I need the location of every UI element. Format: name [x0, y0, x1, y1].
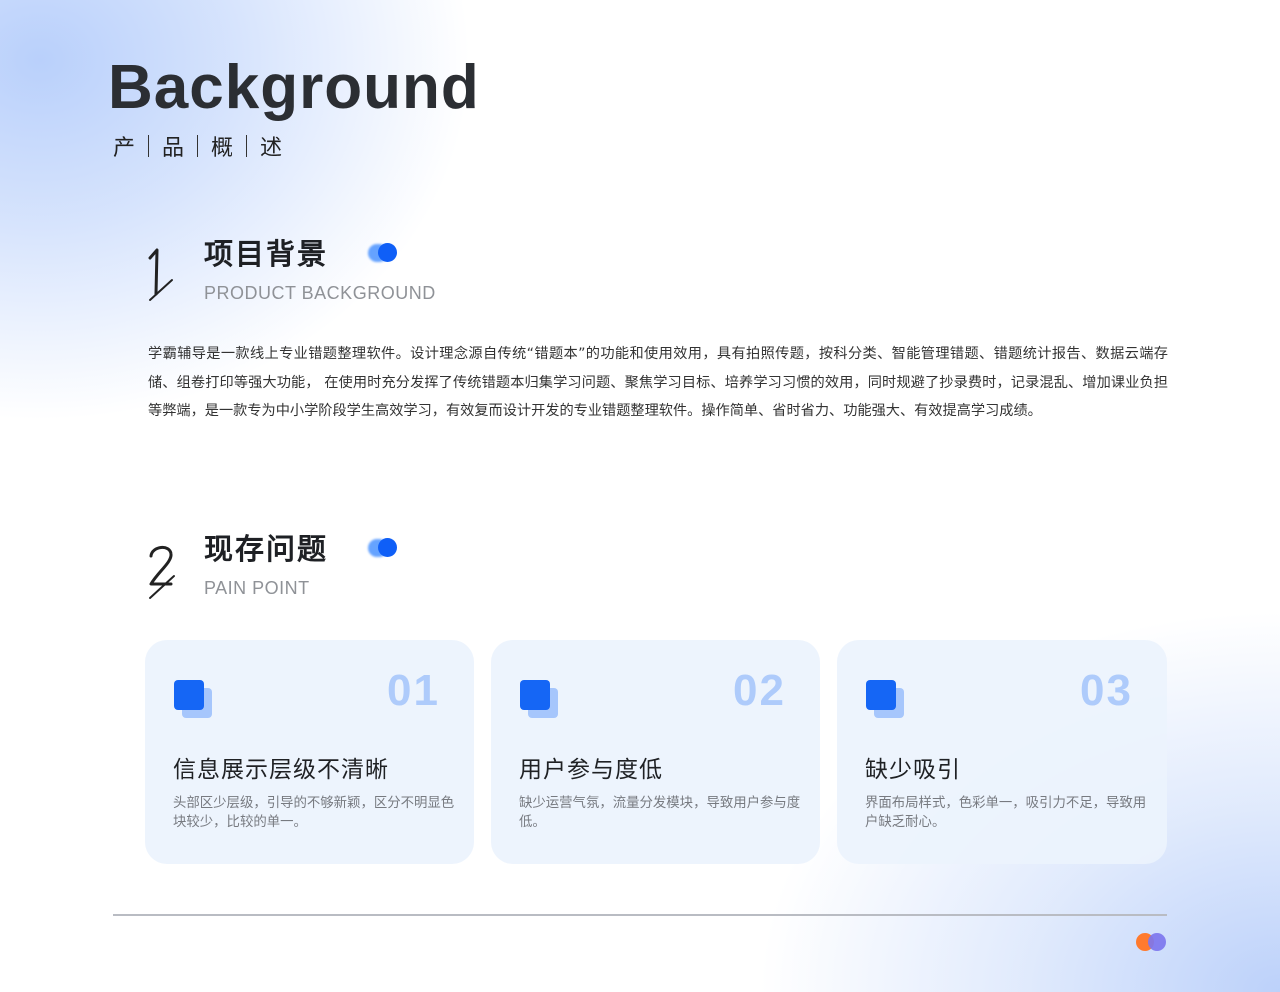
section-subtitle: PRODUCT BACKGROUND	[204, 283, 436, 303]
card-description: 界面布局样式，色彩单一，吸引力不足，导致用户缺乏耐心。	[865, 796, 1147, 830]
pain-point-card: 03 缺少吸引 界面布局样式，色彩单一，吸引力不足，导致用户缺乏耐心。	[837, 640, 1167, 864]
stacked-squares-icon	[866, 680, 906, 718]
section-title: 现存问题	[204, 532, 329, 566]
toggle-dots-icon	[368, 242, 398, 264]
page-title: Background	[108, 53, 480, 122]
card-number: 02	[733, 666, 786, 715]
card-number: 01	[387, 666, 440, 715]
card-description: 头部区少层级，引导的不够新颖，区分不明显色块较少，比较的单一。	[173, 796, 455, 830]
section-title: 项目背景	[204, 237, 329, 271]
subtitle-divider	[148, 135, 150, 157]
card-title: 用户参与度低	[519, 757, 663, 783]
page-subtitle: 产 品 概 述	[113, 131, 282, 161]
footer-divider	[113, 914, 1167, 916]
card-description: 缺少运营气氛，流量分发模块，导致用户参与度低。	[519, 796, 801, 830]
card-title: 缺少吸引	[865, 757, 961, 783]
card-number: 03	[1080, 666, 1133, 715]
subtitle-divider	[246, 135, 248, 157]
subtitle-char: 概	[211, 136, 234, 161]
subtitle-char: 产	[113, 136, 136, 161]
stacked-squares-icon	[174, 680, 214, 718]
card-title: 信息展示层级不清晰	[173, 757, 389, 783]
subtitle-divider	[197, 135, 199, 157]
stacked-squares-icon	[520, 680, 560, 718]
product-description: 学霸辅导是一款线上专业错题整理软件。设计理念源自传统“错题本”的功能和使用效用，…	[148, 346, 1168, 419]
section-number-2	[149, 546, 175, 599]
subtitle-char: 品	[162, 136, 185, 161]
pain-point-card: 02 用户参与度低 缺少运营气氛，流量分发模块，导致用户参与度低。	[491, 640, 820, 864]
section-number-1	[148, 248, 173, 301]
brand-dots-icon	[1136, 932, 1168, 952]
pain-point-card: 01 信息展示层级不清晰 头部区少层级，引导的不够新颖，区分不明显色块较少，比较…	[145, 640, 474, 864]
section-subtitle: PAIN POINT	[204, 578, 310, 598]
subtitle-char: 述	[260, 136, 283, 161]
toggle-dots-icon	[368, 537, 398, 559]
